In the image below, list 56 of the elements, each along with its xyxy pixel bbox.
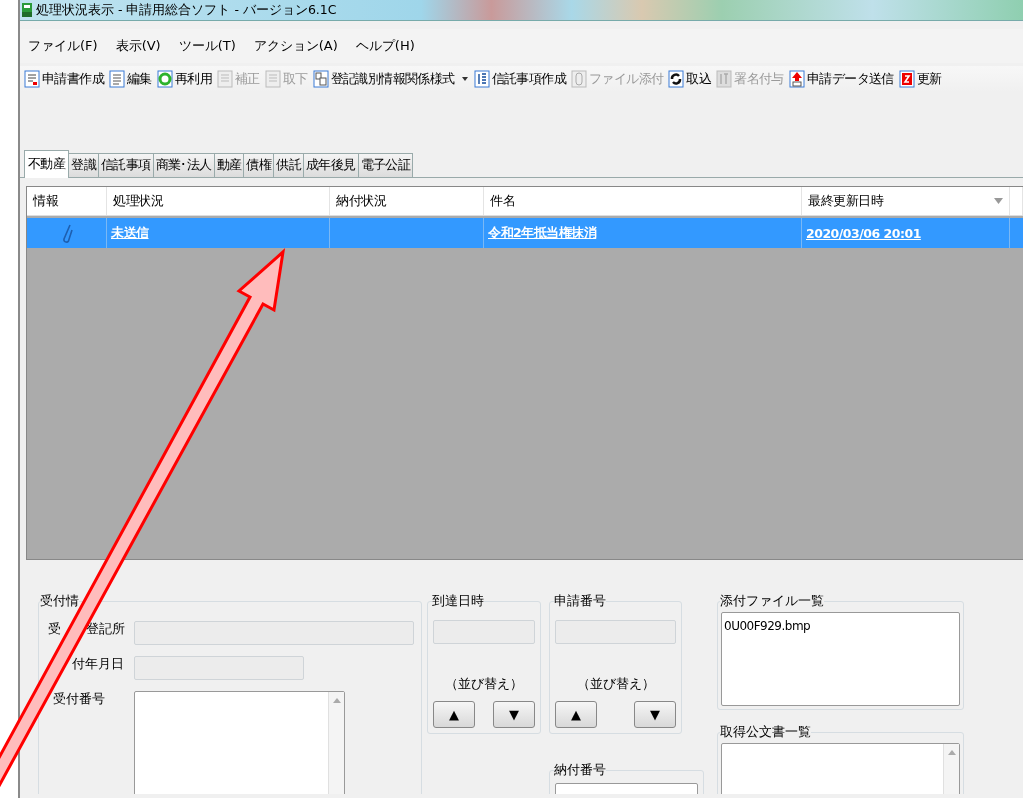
field-label: 受 [48, 621, 61, 638]
column-header[interactable]: 件名 [484, 187, 802, 215]
menu-item[interactable]: 表示(V) [111, 35, 169, 57]
toolbar-button[interactable]: 再利用 [154, 70, 216, 88]
field-label: 登記所 [86, 621, 125, 638]
toolbar-button[interactable]: 編集 [107, 70, 155, 88]
group-title: 納付番号 [554, 762, 606, 779]
group-title: 到達日時 [432, 593, 484, 610]
tab[interactable]: 不動産 [24, 150, 70, 178]
column-header[interactable]: 情報 [27, 187, 107, 215]
toolbar-button[interactable]: 信託事項作成 [471, 70, 570, 88]
toolbar-button[interactable]: 更新 [896, 70, 945, 88]
sort-down-button[interactable]: ▼ [634, 701, 676, 728]
scroll-up-icon[interactable] [332, 698, 341, 703]
sort-up-button[interactable]: ▲ [555, 701, 597, 728]
tab[interactable]: 信託事項 [98, 153, 154, 177]
sort-label: （並び替え） [575, 676, 656, 693]
menu-item[interactable]: ファイル(F) [24, 35, 106, 57]
sort-down-button[interactable]: ▼ [493, 701, 535, 728]
input-field[interactable] [555, 620, 676, 644]
toolbar-button[interactable]: 申請データ送信 [786, 70, 897, 88]
column-header[interactable]: 処理状況 [107, 187, 330, 215]
field-label: 付年月日 [72, 656, 124, 673]
field-label: 受付番号 [53, 691, 105, 708]
app-icon [22, 3, 32, 17]
list-box[interactable] [721, 743, 960, 794]
group-title: 添付ファイル一覧 [720, 593, 824, 610]
upload-icon [788, 70, 805, 88]
menu-item[interactable]: アクション(A) [249, 35, 346, 57]
scroll-up-icon[interactable] [947, 750, 956, 755]
toolbar-button[interactable]: 登記識別情報関係様式 [310, 70, 472, 88]
column-header[interactable]: 納付状況 [330, 187, 484, 215]
toolbar-button[interactable]: 取込 [666, 70, 715, 88]
input-field[interactable] [134, 621, 414, 645]
list-box[interactable] [134, 691, 345, 794]
tab[interactable]: 成年後見 [303, 153, 359, 177]
documents-icon [312, 70, 329, 88]
list-box[interactable]: 0U00F929.bmp [721, 612, 960, 706]
tab[interactable]: 供託 [273, 153, 305, 177]
tab[interactable]: 商業･法人 [152, 153, 215, 177]
tab[interactable]: 電子公証 [357, 153, 414, 177]
group-title: 取得公文書一覧 [720, 724, 811, 741]
column-header[interactable]: 最終更新日時 [802, 187, 1010, 215]
sync-icon [668, 70, 685, 88]
input-field[interactable] [134, 656, 304, 680]
group-title: 受付情 [40, 593, 79, 610]
sort-label: （並び替え） [444, 676, 524, 693]
group-title: 申請番号 [554, 593, 606, 610]
tab[interactable]: 債権 [243, 153, 275, 177]
toolbar-button[interactable]: 申請書作成 [22, 70, 107, 88]
input-field[interactable] [433, 620, 535, 644]
window-title: 処理状況表示 - 申請用総合ソフト - バージョン6.1C [36, 1, 337, 19]
menu-item[interactable]: ツール(T) [174, 35, 244, 57]
sort-up-button[interactable]: ▲ [433, 701, 475, 728]
menu-item[interactable]: ヘルプ(H) [351, 35, 423, 57]
list-item[interactable]: 0U00F929.bmp [722, 613, 959, 639]
